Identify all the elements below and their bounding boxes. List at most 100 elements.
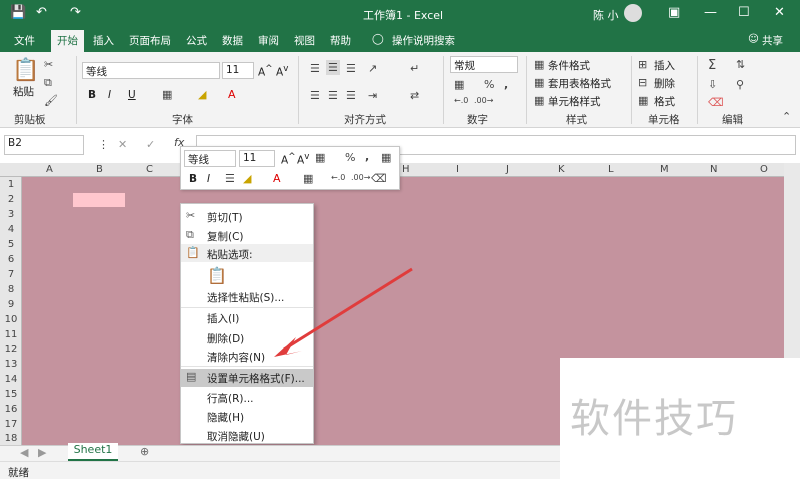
table-format-button[interactable]: 套用表格格式	[548, 76, 611, 91]
mini-increase-decimal-icon[interactable]: ←.0	[331, 173, 345, 182]
tab-file[interactable]: 文件	[14, 33, 35, 48]
row-number[interactable]: 16	[0, 404, 22, 415]
row-number[interactable]: 15	[0, 389, 22, 400]
mini-decrease-decimal-icon[interactable]: .00→	[351, 173, 370, 182]
tab-insert[interactable]: 插入	[93, 33, 114, 48]
tab-page-layout[interactable]: 页面布局	[129, 33, 171, 48]
fill-color-icon[interactable]: ◢	[198, 88, 206, 101]
mini-accounting-icon[interactable]: ▦	[315, 151, 325, 164]
percent-icon[interactable]: %	[484, 78, 494, 91]
col-header[interactable]: M	[660, 164, 669, 175]
font-name-select[interactable]: 等线	[82, 62, 220, 79]
align-bottom-icon[interactable]: ☰	[346, 62, 356, 75]
minimize-icon[interactable]: —	[704, 5, 717, 20]
row-number[interactable]: 10	[0, 314, 22, 325]
tab-home[interactable]: 开始	[51, 30, 84, 52]
next-sheet-icon[interactable]: ▶	[38, 446, 46, 459]
tab-review[interactable]: 审阅	[258, 33, 279, 48]
mini-bold-icon[interactable]: B	[189, 173, 197, 185]
maximize-icon[interactable]: ☐	[738, 5, 750, 20]
tell-me-search[interactable]: 操作说明搜索	[392, 33, 455, 48]
row-number[interactable]: 8	[0, 284, 22, 295]
format-painter-icon[interactable]: 🖌	[44, 94, 58, 107]
cut-icon[interactable]: ✂	[44, 58, 53, 71]
number-format-select[interactable]: 常规	[450, 56, 518, 73]
font-size-select[interactable]: 11	[222, 62, 254, 79]
redo-icon[interactable]: ↷	[70, 5, 81, 20]
save-icon[interactable]: 💾	[10, 5, 26, 20]
active-cell-b2[interactable]	[73, 193, 125, 207]
mini-percent-icon[interactable]: %	[345, 151, 355, 164]
close-icon[interactable]: ✕	[774, 5, 785, 20]
mini-eraser-icon[interactable]: ⌫	[371, 172, 387, 185]
menu-clear-contents[interactable]: 清除内容(N)	[207, 350, 265, 365]
col-header[interactable]: C	[146, 164, 153, 175]
row-number[interactable]: 12	[0, 344, 22, 355]
increase-decimal-icon[interactable]: ←.0	[454, 96, 468, 105]
row-number[interactable]: 4	[0, 224, 22, 235]
col-header[interactable]: J	[506, 164, 509, 175]
borders-icon[interactable]: ▦	[162, 88, 172, 101]
align-top-icon[interactable]: ☰	[310, 62, 320, 75]
sheet-tab-sheet1[interactable]: Sheet1	[68, 443, 118, 461]
sort-filter-icon[interactable]: ⇅	[736, 58, 745, 71]
paste-option-icon[interactable]: 📋	[207, 266, 227, 285]
mini-align-icon[interactable]: ☰	[225, 172, 235, 185]
enter-icon[interactable]: ✓	[146, 138, 155, 151]
comma-icon[interactable]: ,	[504, 78, 508, 91]
copy-icon[interactable]: ⧉	[44, 76, 52, 90]
accounting-icon[interactable]: ▦	[454, 78, 464, 91]
avatar[interactable]	[624, 4, 642, 22]
menu-row-height[interactable]: 行高(R)...	[207, 391, 254, 406]
decrease-decimal-icon[interactable]: .00→	[474, 96, 493, 105]
font-color-icon[interactable]: A	[228, 88, 236, 101]
align-center-icon[interactable]: ☰	[328, 89, 338, 102]
mini-font-size[interactable]: 11	[239, 150, 275, 167]
menu-cut[interactable]: 剪切(T)	[207, 210, 243, 225]
mini-font-color-icon[interactable]: A	[273, 172, 281, 185]
paste-icon[interactable]: 📋	[12, 58, 39, 83]
orientation-icon[interactable]: ↗	[368, 62, 377, 75]
col-header[interactable]: N	[710, 164, 717, 175]
align-middle-icon[interactable]: ☰	[326, 60, 340, 75]
grow-font-icon[interactable]: A^	[258, 64, 273, 79]
name-box[interactable]: B2	[4, 135, 84, 155]
align-left-icon[interactable]: ☰	[310, 89, 320, 102]
collapse-ribbon-icon[interactable]: ⌃	[782, 110, 791, 123]
row-number[interactable]: 17	[0, 419, 22, 430]
italic-icon[interactable]: I	[108, 89, 111, 101]
indent-icon[interactable]: ⇥	[368, 89, 377, 102]
row-number[interactable]: 1	[0, 179, 22, 190]
row-number[interactable]: 18	[0, 433, 22, 444]
clear-icon[interactable]: ⌫	[708, 96, 724, 109]
add-sheet-icon[interactable]: ⊕	[140, 445, 149, 458]
menu-insert[interactable]: 插入(I)	[207, 311, 239, 326]
shrink-font-icon[interactable]: Av	[276, 64, 288, 79]
row-number[interactable]: 14	[0, 374, 22, 385]
col-header[interactable]: A	[46, 164, 53, 175]
col-header[interactable]: H	[402, 164, 410, 175]
menu-hide[interactable]: 隐藏(H)	[207, 410, 244, 425]
mini-fill-color-icon[interactable]: ◢	[243, 172, 251, 185]
find-select-icon[interactable]: ⚲	[736, 78, 744, 91]
cell-style-button[interactable]: 单元格样式	[548, 94, 601, 109]
mini-shrink-font-icon[interactable]: Av	[297, 152, 309, 167]
col-header[interactable]: I	[456, 164, 459, 175]
menu-format-cells[interactable]: 设置单元格格式(F)...	[207, 371, 305, 386]
row-number[interactable]: 7	[0, 269, 22, 280]
row-number[interactable]: 11	[0, 329, 22, 340]
mini-italic-icon[interactable]: I	[207, 173, 210, 185]
menu-delete[interactable]: 删除(D)	[207, 331, 244, 346]
tab-formulas[interactable]: 公式	[186, 33, 207, 48]
delete-cells-button[interactable]: 删除	[654, 76, 675, 91]
menu-unhide[interactable]: 取消隐藏(U)	[207, 429, 265, 444]
mini-borders-icon[interactable]: ▦	[303, 172, 313, 185]
fill-icon[interactable]: ⇩	[708, 78, 717, 91]
share-button[interactable]: 共享	[762, 33, 783, 48]
prev-sheet-icon[interactable]: ◀	[20, 446, 28, 459]
mini-comma-icon[interactable]: ,	[365, 150, 369, 163]
cancel-icon[interactable]: ✕	[118, 138, 127, 151]
conditional-format-button[interactable]: 条件格式	[548, 58, 590, 73]
menu-copy[interactable]: 复制(C)	[207, 229, 244, 244]
autosum-icon[interactable]: Σ	[708, 58, 716, 73]
